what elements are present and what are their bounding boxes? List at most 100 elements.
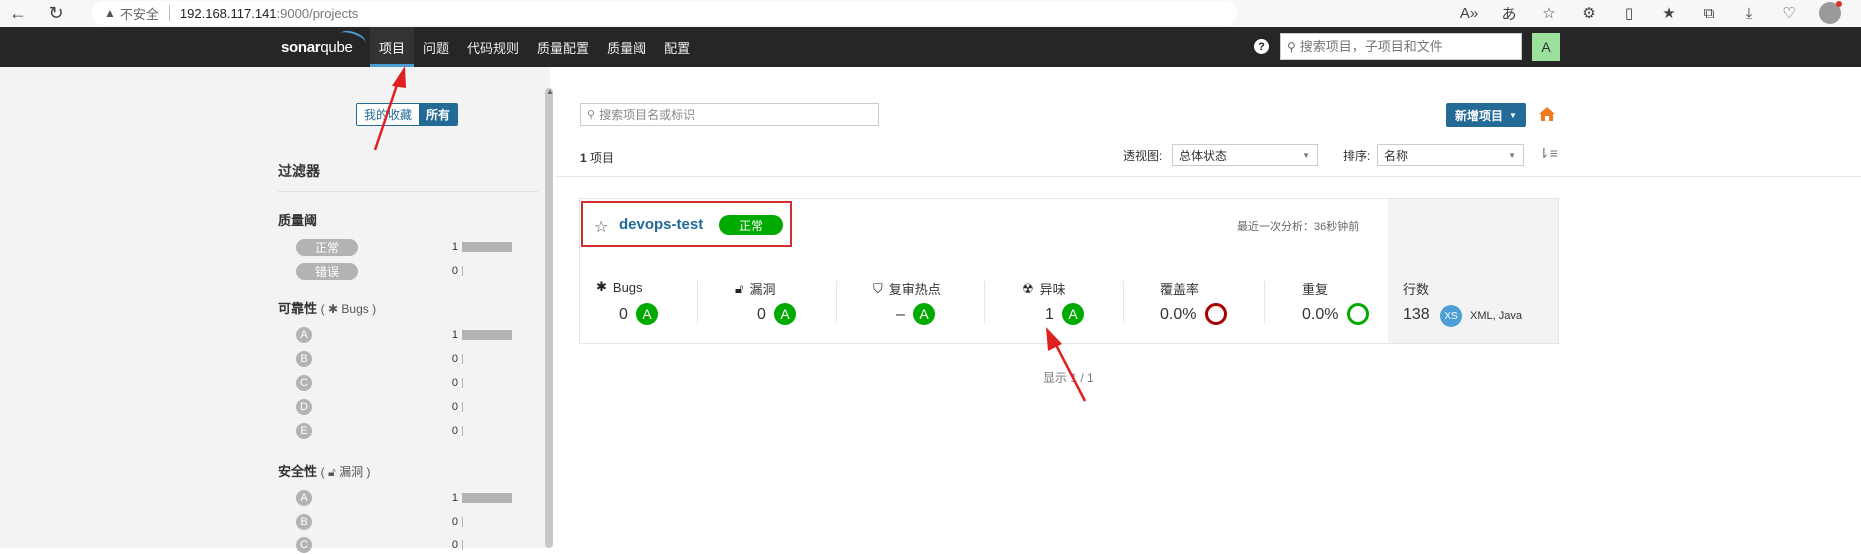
user-avatar[interactable]: A [1532, 33, 1560, 61]
bugs-value[interactable]: 0 [619, 306, 628, 324]
facet-reliability-a[interactable]: A 1 [296, 326, 540, 344]
duplications-measure-label: 重复 [1302, 279, 1328, 298]
project-search-input[interactable] [599, 107, 860, 122]
facet-security-b[interactable]: B 0 [296, 513, 540, 531]
project-name-link[interactable]: devops-test [619, 216, 703, 233]
duplications-value[interactable]: 0.0% [1302, 306, 1338, 324]
downloads-icon[interactable]: ⤓ [1729, 2, 1769, 24]
nav-projects[interactable]: 项目 [370, 27, 415, 67]
measure-divider [836, 281, 837, 323]
global-search[interactable]: ⚲ [1280, 33, 1522, 60]
favorites-icon[interactable]: ★ [1649, 2, 1689, 24]
home-icon[interactable] [1538, 105, 1556, 123]
sidebar-scrollbar[interactable] [545, 88, 553, 548]
facet-reliability-e[interactable]: E 0 [296, 422, 540, 440]
code-smells-measure-label: ☢ 异味 [1022, 279, 1066, 298]
facet-reliability-d[interactable]: D 0 [296, 398, 540, 416]
measure-divider [1123, 281, 1124, 323]
nav-rules[interactable]: 代码规则 [458, 27, 528, 67]
back-icon[interactable]: ← [6, 2, 30, 26]
code-smells-value[interactable]: 1 [1045, 306, 1054, 324]
facet-bar [462, 242, 512, 252]
code-smells-label: 异味 [1039, 282, 1066, 297]
last-analysis: 最近一次分析：36秒钟前 [1237, 221, 1360, 233]
sort-value: 名称 [1384, 148, 1409, 163]
vulnerabilities-value[interactable]: 0 [757, 306, 766, 324]
hotspots-label: 复审热点 [888, 282, 941, 297]
facet-security-sub: ( 🔓︎ 漏洞 ) [320, 465, 371, 479]
lines-value[interactable]: 138 [1403, 306, 1430, 324]
maintainability-rating[interactable]: A [1062, 303, 1084, 325]
facet-security-a[interactable]: A 1 [296, 489, 540, 507]
rating-dot: A [296, 490, 312, 506]
facet-bar [462, 517, 463, 527]
rating-dot: E [296, 423, 312, 439]
project-search[interactable]: ⚲ [580, 103, 879, 126]
facet-reliability-b[interactable]: B 0 [296, 350, 540, 368]
facet-reliability-c[interactable]: C 0 [296, 374, 540, 392]
help-icon[interactable]: ? [1254, 39, 1269, 54]
nav-issues[interactable]: 问题 [414, 27, 458, 67]
reliability-rating[interactable]: A [636, 303, 658, 325]
vulnerabilities-label: 漏洞 [749, 282, 776, 297]
facet-bar [462, 378, 463, 388]
perspective-select[interactable]: 总体状态 ▼ [1172, 144, 1318, 166]
split-screen-icon[interactable]: ▯ [1609, 2, 1649, 24]
facet-security-c[interactable]: C 0 [296, 536, 540, 554]
security-label: 不安全 [119, 6, 159, 22]
caret-down-icon: ▼ [1509, 110, 1517, 120]
toggle-all[interactable]: 所有 [419, 104, 458, 125]
favorite-star-icon[interactable]: ☆ [594, 217, 608, 237]
reload-icon[interactable]: ↻ [44, 2, 68, 26]
rating-dot: C [296, 537, 312, 553]
sort-order-icon[interactable]: ⇂≡ [1538, 145, 1558, 162]
facet-count: 0 [451, 377, 458, 389]
measure-divider [697, 281, 698, 323]
security-review-rating[interactable]: A [913, 303, 935, 325]
performance-icon[interactable]: ♡ [1769, 2, 1809, 24]
profile-avatar[interactable] [1819, 1, 1842, 24]
global-search-input[interactable] [1299, 39, 1500, 54]
extensions-icon[interactable]: ⚙ [1569, 2, 1609, 24]
facet-bar [462, 330, 512, 340]
nav-quality-gates[interactable]: 质量阈 [598, 27, 655, 67]
nav-quality-profiles[interactable]: 质量配置 [528, 27, 598, 67]
annotation-arrow-smells [1046, 327, 1087, 402]
facet-bar [462, 266, 463, 276]
favorite-star-icon[interactable]: ☆ [1529, 2, 1569, 24]
collections-icon[interactable]: ⧉ [1689, 2, 1729, 24]
address-bar[interactable]: ▲ 不安全 192.168.117.141:9000/projects [92, 1, 1237, 25]
lock-icon: 🔓︎ [735, 280, 744, 296]
facet-reliability-label: 可靠性 [278, 301, 318, 316]
bugs-measure-label: ✱ Bugs [596, 279, 643, 295]
nav-administration[interactable]: 配置 [655, 27, 699, 67]
facet-quality-gate-title[interactable]: 质量阈 [278, 210, 317, 229]
main-divider [555, 176, 1861, 177]
facet-qg-passed[interactable]: 正常 1 [296, 238, 540, 256]
measure-divider [1264, 281, 1265, 323]
new-project-label: 新增项目 [1455, 108, 1504, 123]
bugs-label: Bugs [612, 279, 643, 295]
sort-select[interactable]: 名称 ▼ [1377, 144, 1524, 166]
facet-qg-failed[interactable]: 错误 0 [296, 262, 540, 280]
security-rating[interactable]: A [774, 303, 796, 325]
new-project-button[interactable]: 新增项目 ▼ [1446, 103, 1526, 127]
facet-count: 1 [451, 241, 458, 253]
vulnerabilities-sublabel: 漏洞 [339, 465, 364, 479]
translate-icon[interactable]: あ [1489, 2, 1529, 24]
hotspots-value[interactable]: – [896, 306, 905, 324]
coverage-label: 覆盖率 [1160, 282, 1200, 297]
facet-count: 0 [451, 353, 458, 365]
perspective-label: 透视图: [1123, 149, 1163, 163]
shield-icon: ⛉ [873, 280, 883, 296]
scroll-up-icon[interactable]: ▲ [546, 87, 554, 96]
sonarqube-logo[interactable]: sonarqube [281, 39, 353, 56]
warning-icon: ▲ [104, 6, 116, 20]
coverage-value[interactable]: 0.0% [1160, 306, 1196, 324]
qg-passed-pill: 正常 [296, 238, 358, 256]
facet-reliability-title[interactable]: 可靠性 ( ✱ Bugs ) [278, 298, 376, 317]
facet-security-title[interactable]: 安全性 ( 🔓︎ 漏洞 ) [278, 461, 370, 480]
lines-measure-label: 行数 [1403, 279, 1429, 298]
facet-bar [462, 402, 463, 412]
read-aloud-icon[interactable]: A» [1449, 2, 1489, 24]
